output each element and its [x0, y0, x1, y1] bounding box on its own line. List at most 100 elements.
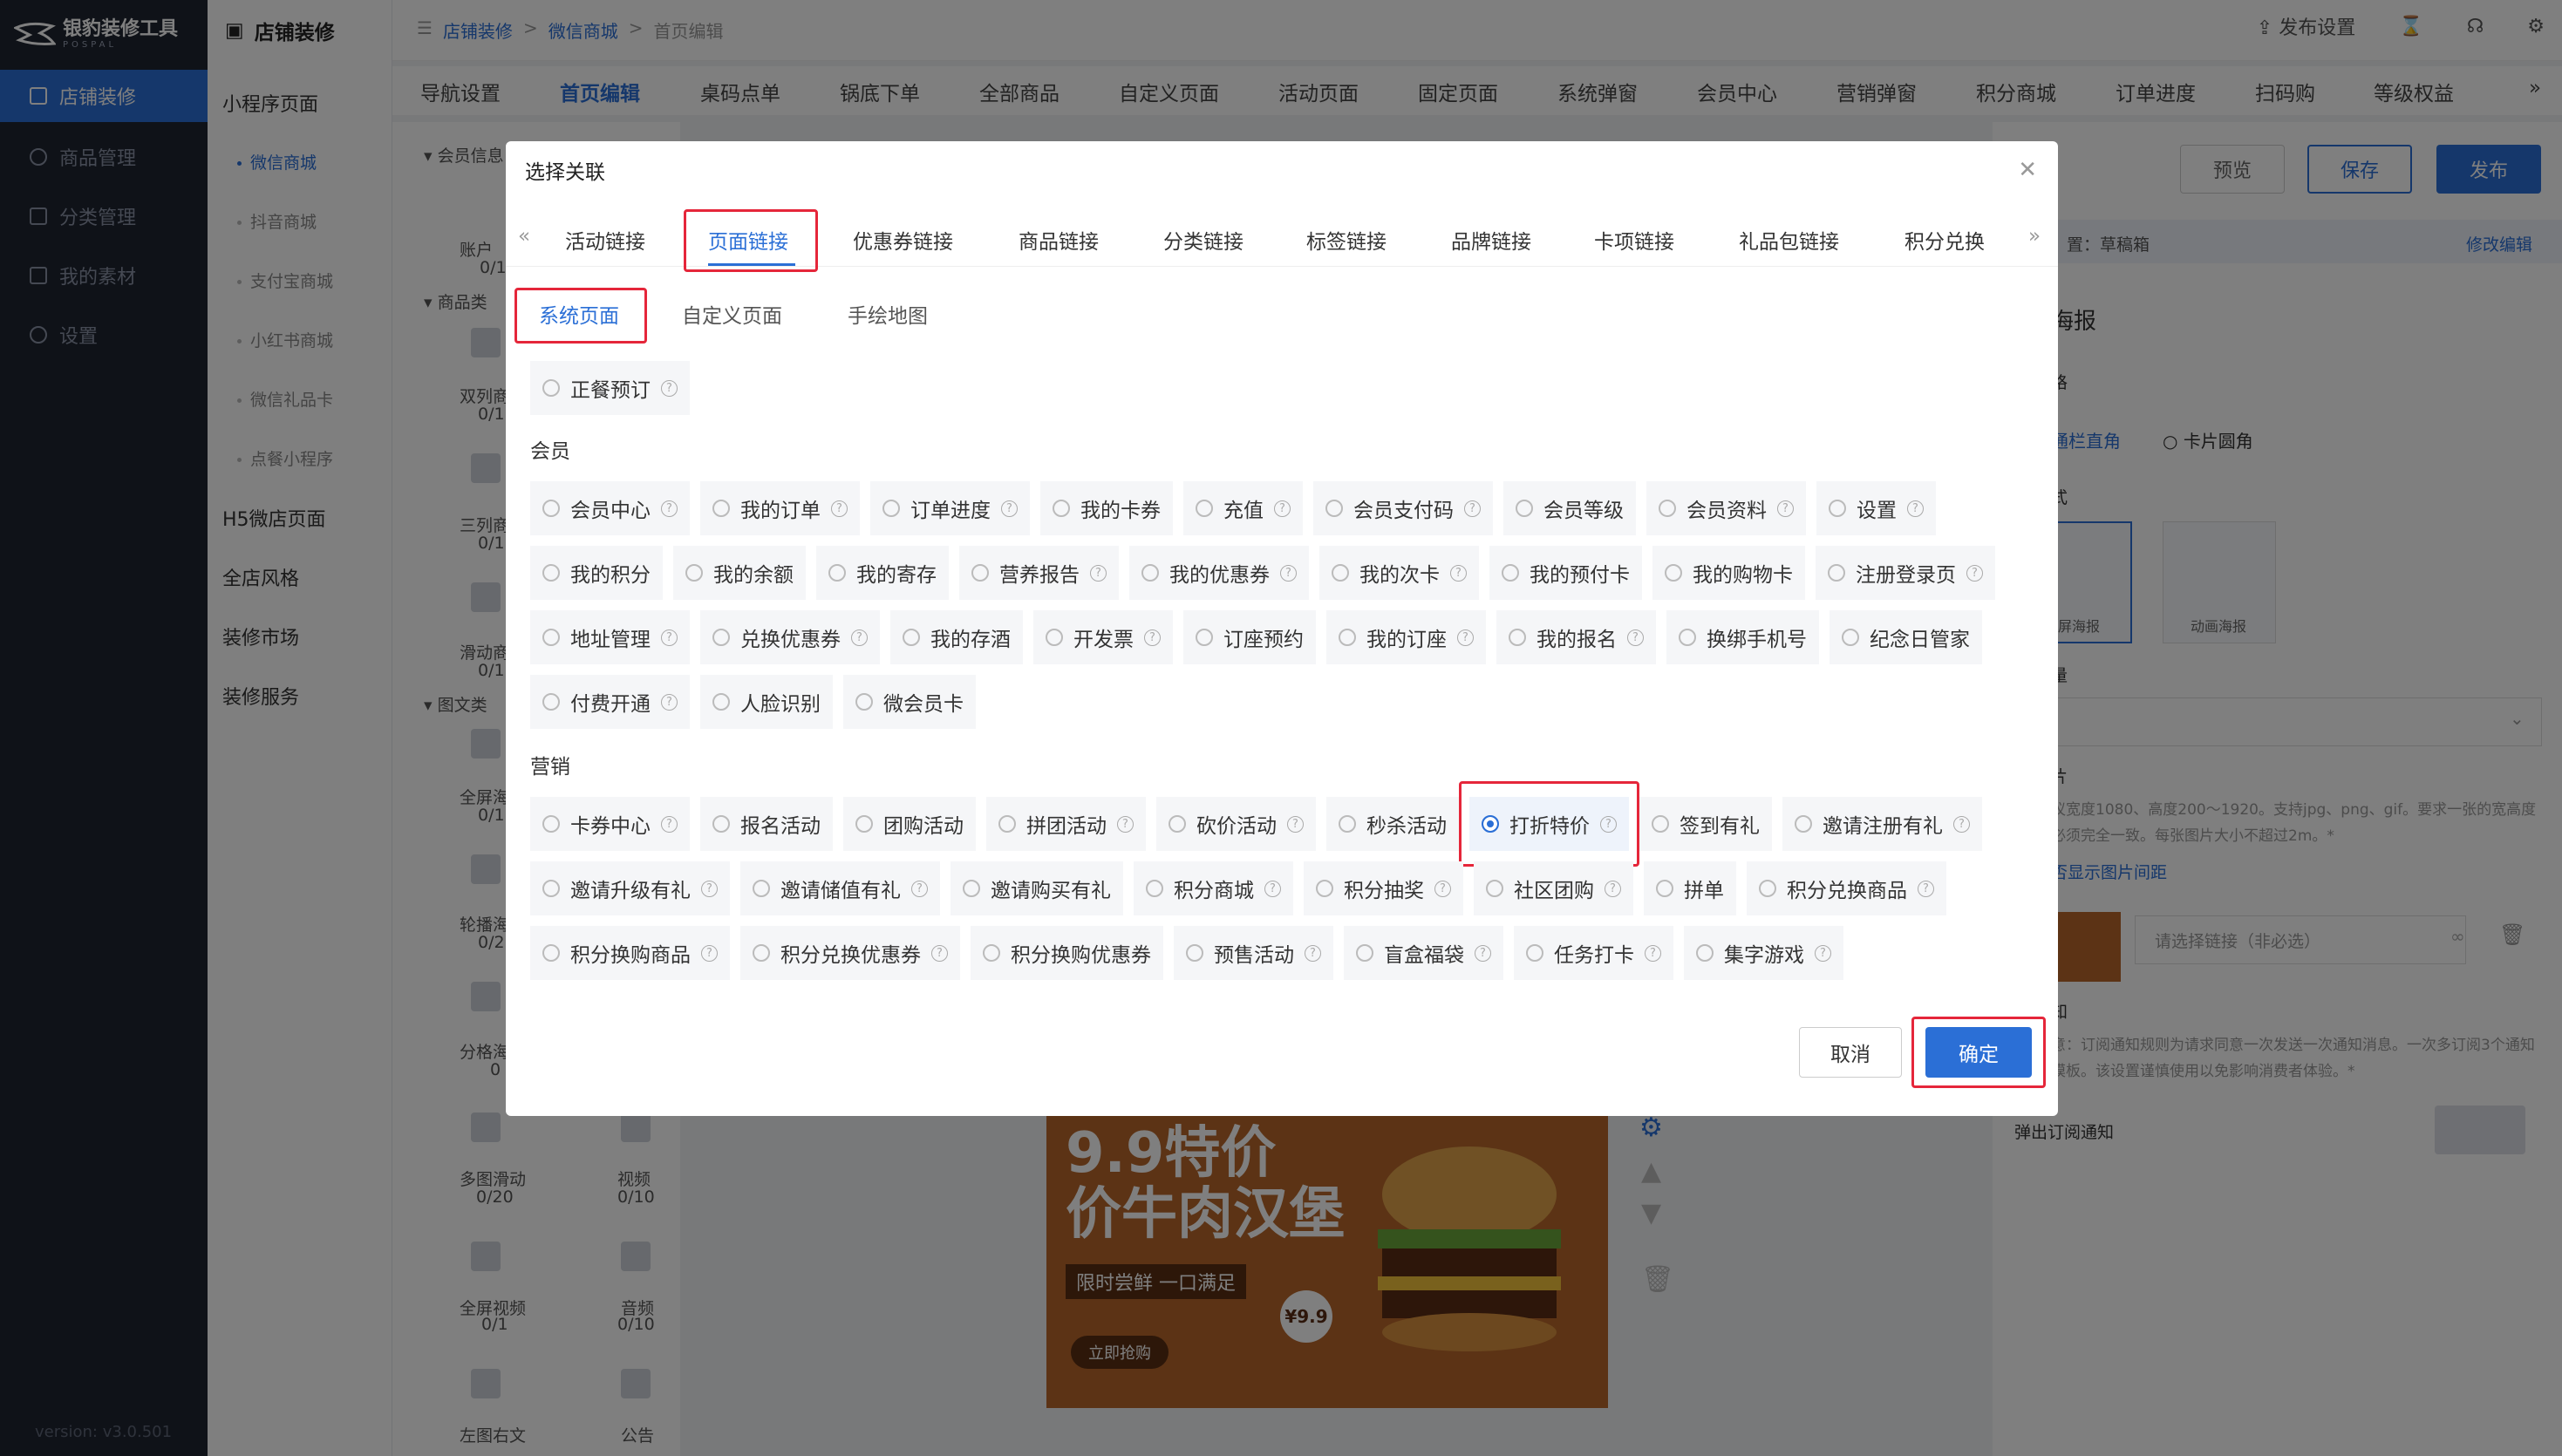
tab-brand-link[interactable]: 品牌链接	[1451, 225, 1531, 255]
option-member-7[interactable]: 会员资料?	[1646, 481, 1806, 535]
option-dinner-reservation[interactable]: 正餐预订?	[530, 361, 690, 415]
option-member-12[interactable]: 营养报告?	[959, 546, 1119, 600]
help-icon: ?	[661, 693, 678, 711]
subtab-hand-drawn-map[interactable]: 手绘地图	[848, 299, 928, 329]
option-member-25[interactable]: 换绑手机号	[1666, 610, 1819, 664]
help-icon: ?	[1090, 564, 1107, 582]
option-marketing-14[interactable]: 社区团购?	[1474, 861, 1633, 915]
help-icon: ?	[1605, 880, 1621, 897]
tab-activity-link[interactable]: 活动链接	[565, 225, 645, 255]
tab-coupon-link[interactable]: 优惠券链接	[853, 225, 953, 255]
option-marketing-23[interactable]: 集字游戏?	[1684, 926, 1843, 980]
radio-icon	[542, 880, 560, 897]
radio-icon	[1516, 500, 1533, 517]
help-icon: ?	[1434, 880, 1451, 897]
help-icon: ?	[1001, 500, 1018, 517]
option-marketing-4[interactable]: 砍价活动?	[1156, 797, 1316, 851]
radio-icon	[1659, 500, 1676, 517]
help-icon: ?	[1280, 564, 1297, 582]
option-marketing-3[interactable]: 拼团活动?	[986, 797, 1146, 851]
option-member-5[interactable]: 会员支付码?	[1313, 481, 1493, 535]
option-marketing-1[interactable]: 报名活动	[700, 797, 833, 851]
option-marketing-22[interactable]: 任务打卡?	[1514, 926, 1673, 980]
option-member-22[interactable]: 订座预约	[1183, 610, 1316, 664]
option-member-29[interactable]: 微会员卡	[843, 675, 976, 729]
option-member-26[interactable]: 纪念日管家	[1830, 610, 1982, 664]
option-marketing-11[interactable]: 邀请购买有礼	[951, 861, 1123, 915]
radio-icon	[1652, 815, 1669, 833]
option-marketing-19[interactable]: 积分换购优惠券	[971, 926, 1163, 980]
option-marketing-20[interactable]: 预售活动?	[1174, 926, 1333, 980]
tab-tag-link[interactable]: 标签链接	[1306, 225, 1387, 255]
radio-icon	[1526, 944, 1543, 962]
option-marketing-17[interactable]: 积分换购商品?	[530, 926, 730, 980]
option-member-23[interactable]: 我的订座?	[1326, 610, 1486, 664]
option-member-24[interactable]: 我的报名?	[1496, 610, 1656, 664]
help-icon: ?	[1815, 944, 1831, 962]
option-marketing-0[interactable]: 卡券中心?	[530, 797, 690, 851]
radio-icon	[712, 629, 730, 646]
cancel-button[interactable]: 取消	[1799, 1027, 1902, 1078]
tab-giftpack-link[interactable]: 礼品包链接	[1739, 225, 1839, 255]
help-icon: ?	[661, 379, 678, 397]
option-member-9[interactable]: 我的积分	[530, 546, 663, 600]
option-member-11[interactable]: 我的寄存	[816, 546, 949, 600]
option-member-19[interactable]: 兑换优惠券?	[700, 610, 880, 664]
option-marketing-15[interactable]: 拼单	[1644, 861, 1736, 915]
option-member-17[interactable]: 注册登录页?	[1816, 546, 1995, 600]
tab-category-link[interactable]: 分类链接	[1163, 225, 1244, 255]
option-marketing-10[interactable]: 邀请储值有礼?	[740, 861, 940, 915]
radio-icon	[828, 564, 846, 582]
option-member-16[interactable]: 我的购物卡	[1652, 546, 1805, 600]
option-member-1[interactable]: 我的订单?	[700, 481, 860, 535]
option-member-20[interactable]: 我的存酒	[890, 610, 1023, 664]
radio-icon	[1141, 564, 1159, 582]
section-member-title: 会员	[530, 440, 570, 463]
radio-icon	[1356, 944, 1373, 962]
option-marketing-16[interactable]: 积分兑换商品?	[1747, 861, 1946, 915]
option-marketing-13[interactable]: 积分抽奖?	[1304, 861, 1463, 915]
radio-icon	[712, 693, 730, 711]
help-icon: ?	[831, 500, 848, 517]
tab-points-exchange[interactable]: 积分兑换	[1904, 225, 1985, 255]
option-marketing-2[interactable]: 团购活动	[843, 797, 976, 851]
option-member-2[interactable]: 订单进度?	[870, 481, 1030, 535]
select-link-dialog: 选择关联 ✕ « 活动链接 页面链接 优惠券链接 商品链接 分类链接 标签链接 …	[506, 141, 2058, 1116]
option-marketing-12[interactable]: 积分商城?	[1134, 861, 1293, 915]
option-member-4[interactable]: 充值?	[1183, 481, 1303, 535]
tab-goods-link[interactable]: 商品链接	[1019, 225, 1099, 255]
highlight-box	[1911, 1017, 2046, 1088]
option-member-6[interactable]: 会员等级	[1503, 481, 1636, 535]
option-member-18[interactable]: 地址管理?	[530, 610, 690, 664]
chevron-right-icon[interactable]: »	[2028, 225, 2041, 248]
option-marketing-9[interactable]: 邀请升级有礼?	[530, 861, 730, 915]
radio-icon	[1146, 880, 1163, 897]
option-member-3[interactable]: 我的卡券	[1040, 481, 1173, 535]
chevron-left-icon[interactable]: «	[518, 225, 530, 248]
help-icon: ?	[1475, 944, 1491, 962]
option-member-14[interactable]: 我的次卡?	[1319, 546, 1479, 600]
subtab-custom-page[interactable]: 自定义页面	[682, 299, 782, 329]
radio-icon	[1196, 629, 1213, 646]
option-member-27[interactable]: 付费开通?	[530, 675, 690, 729]
radio-icon	[542, 629, 560, 646]
help-icon: ?	[1450, 564, 1467, 582]
radio-icon	[542, 693, 560, 711]
option-marketing-7[interactable]: 签到有礼	[1639, 797, 1772, 851]
option-marketing-8[interactable]: 邀请注册有礼?	[1782, 797, 1982, 851]
option-member-10[interactable]: 我的余额	[673, 546, 806, 600]
tab-card-link[interactable]: 卡项链接	[1594, 225, 1674, 255]
option-marketing-18[interactable]: 积分兑换优惠券?	[740, 926, 960, 980]
option-marketing-5[interactable]: 秒杀活动	[1326, 797, 1459, 851]
highlight-box	[514, 288, 647, 344]
close-icon[interactable]: ✕	[2018, 157, 2037, 183]
option-marketing-21[interactable]: 盲盒福袋?	[1344, 926, 1503, 980]
option-member-28[interactable]: 人脸识别	[700, 675, 833, 729]
option-member-0[interactable]: 会员中心?	[530, 481, 690, 535]
option-member-15[interactable]: 我的预付卡	[1489, 546, 1642, 600]
option-member-13[interactable]: 我的优惠券?	[1129, 546, 1309, 600]
help-icon: ?	[1117, 815, 1134, 833]
option-member-21[interactable]: 开发票?	[1033, 610, 1173, 664]
help-icon: ?	[1918, 880, 1934, 897]
option-member-8[interactable]: 设置?	[1816, 481, 1936, 535]
